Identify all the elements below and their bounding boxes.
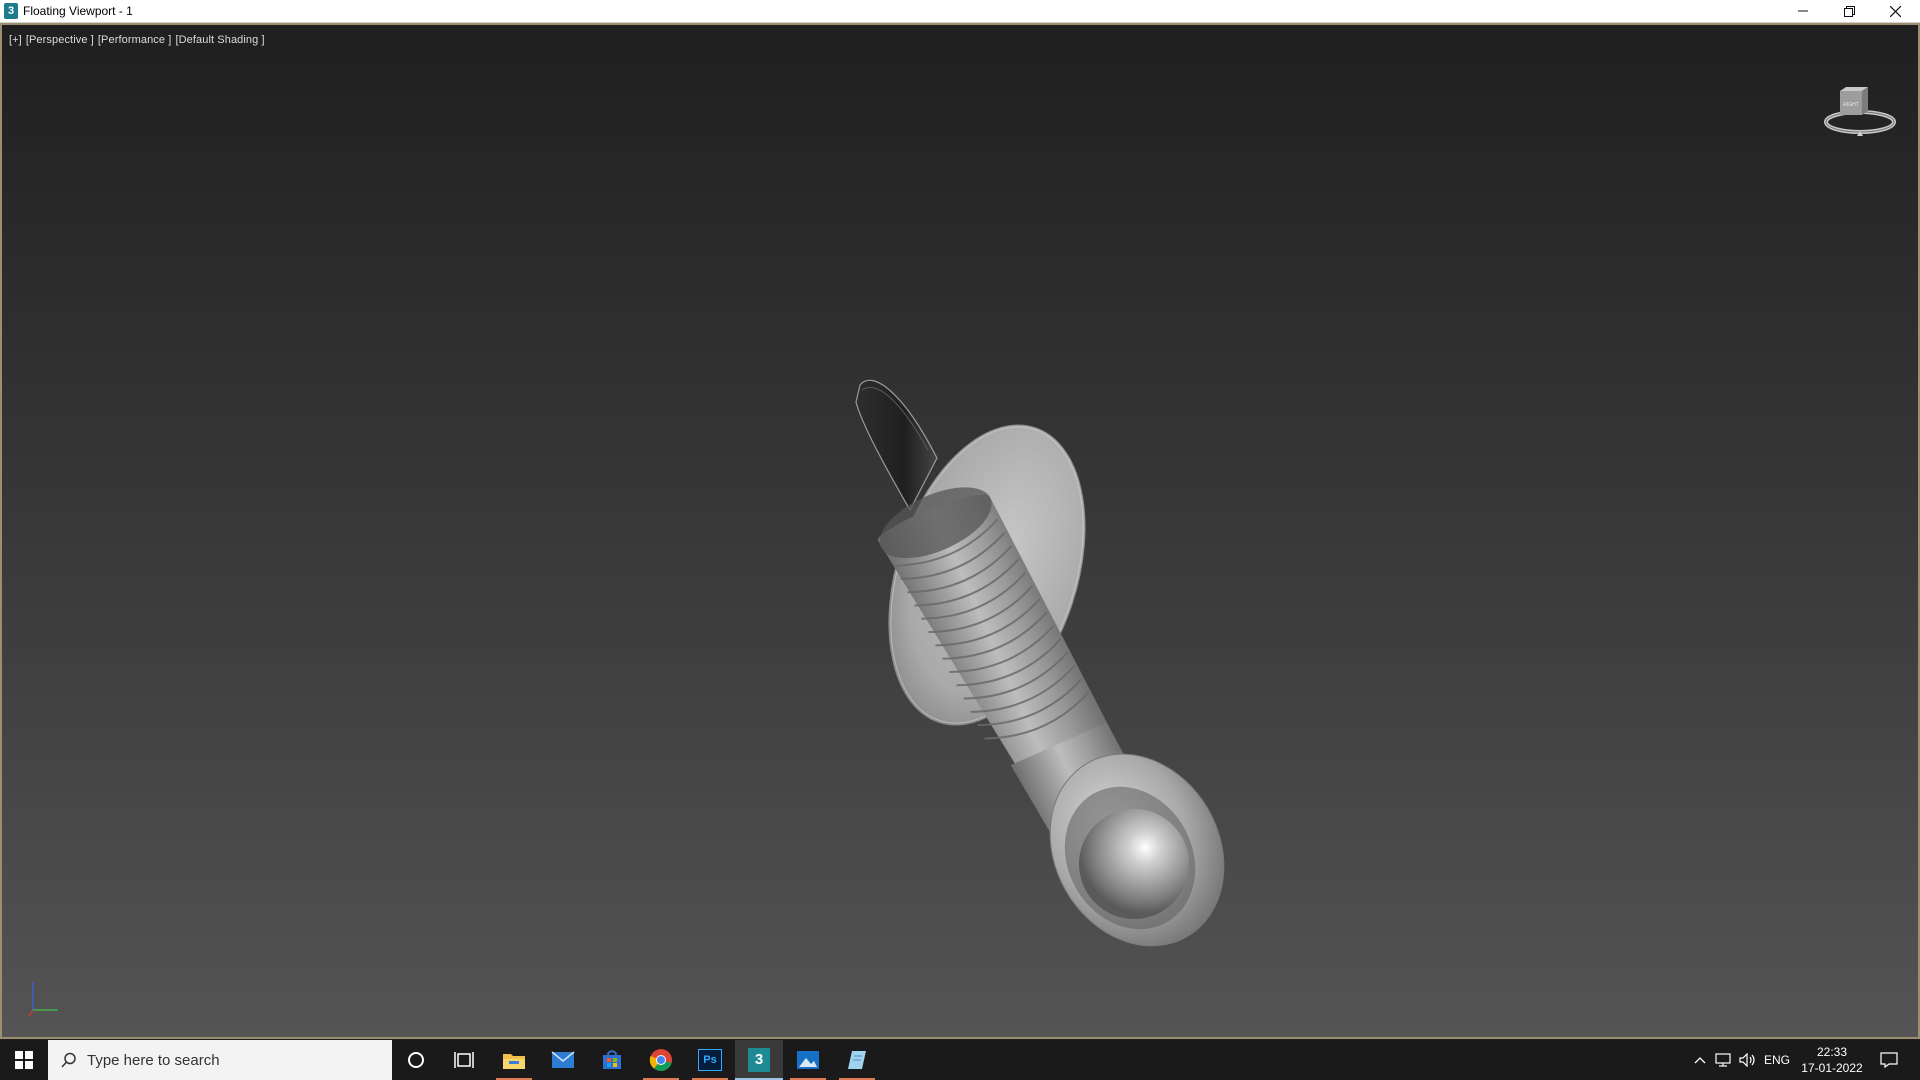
title-bar: 3 Floating Viewport - 1 <box>0 0 1920 23</box>
axis-tripod <box>28 982 58 1017</box>
close-icon <box>1889 5 1901 17</box>
clock[interactable]: 22:33 17-01-2022 <box>1793 1044 1871 1076</box>
task-view-button[interactable] <box>440 1040 488 1080</box>
volume-button[interactable] <box>1736 1040 1760 1080</box>
minimize-button[interactable] <box>1780 0 1826 22</box>
chrome-button[interactable] <box>637 1040 685 1080</box>
notes-icon <box>848 1051 866 1069</box>
microsoft-store-icon <box>603 1050 621 1069</box>
network-icon <box>1715 1053 1731 1067</box>
file-explorer-button[interactable] <box>490 1040 538 1080</box>
photoshop-button[interactable]: Ps <box>686 1040 734 1080</box>
chevron-up-icon <box>1694 1057 1706 1064</box>
viewport-menu-plus[interactable]: [+] <box>9 34 22 46</box>
3ds-max-button[interactable]: 3 <box>735 1040 783 1080</box>
microsoft-store-button[interactable] <box>588 1040 636 1080</box>
mail-icon <box>551 1051 575 1068</box>
taskbar: Type here to search Ps 3 ENG 22:33 17-01… <box>0 1040 1920 1080</box>
viewcube-face-label: RIGHT <box>1843 102 1859 108</box>
action-center-button[interactable] <box>1872 1040 1906 1080</box>
cortana-icon <box>408 1052 424 1068</box>
clock-date: 17-01-2022 <box>1801 1061 1863 1075</box>
3ds-max-app-icon[interactable]: 3 <box>4 3 18 19</box>
mail-button[interactable] <box>539 1040 587 1080</box>
clock-time: 22:33 <box>1816 1045 1848 1059</box>
file-explorer-icon <box>503 1054 525 1069</box>
window-title: Floating Viewport - 1 <box>23 4 133 18</box>
pommel-ball <box>1079 809 1189 919</box>
show-hidden-icons-button[interactable] <box>1688 1040 1712 1080</box>
viewport-shading-label[interactable]: [Default Shading ] <box>175 34 264 46</box>
notes-button[interactable] <box>833 1040 881 1080</box>
search-icon <box>61 1052 76 1068</box>
close-button[interactable] <box>1872 0 1918 22</box>
search-box[interactable]: Type here to search <box>48 1040 392 1080</box>
speaker-icon <box>1739 1053 1755 1067</box>
viewport-point-of-view-label[interactable]: [Perspective ] <box>26 34 94 46</box>
windows-logo-icon <box>15 1051 33 1069</box>
viewcube-side-face <box>1862 87 1868 115</box>
cortana-button[interactable] <box>392 1040 440 1080</box>
blade <box>855 379 938 512</box>
task-view-icon <box>454 1052 474 1068</box>
photoshop-icon: Ps <box>698 1049 722 1071</box>
viewport-performance-label[interactable]: [Performance ] <box>98 34 172 46</box>
viewport[interactable]: [+] [Perspective ] [Performance ] [Default … <box>0 23 1920 1039</box>
restore-icon <box>1843 5 1855 17</box>
3ds-max-icon: 3 <box>748 1048 770 1072</box>
viewcube[interactable]: RIGHT <box>1820 63 1900 143</box>
notifications-icon <box>1880 1052 1898 1068</box>
photos-icon <box>797 1051 819 1069</box>
photos-button[interactable] <box>784 1040 832 1080</box>
start-button[interactable] <box>0 1040 48 1080</box>
minimize-icon <box>1798 10 1808 12</box>
restore-button[interactable] <box>1826 0 1872 22</box>
viewport-labels: [+] [Perspective ] [Performance ] [Default … <box>9 34 269 46</box>
chrome-icon <box>649 1049 672 1071</box>
input-language[interactable]: ENG <box>1762 1040 1792 1080</box>
network-button[interactable] <box>1712 1040 1736 1080</box>
knife-model[interactable] <box>832 370 1252 970</box>
search-placeholder: Type here to search <box>87 1052 220 1069</box>
